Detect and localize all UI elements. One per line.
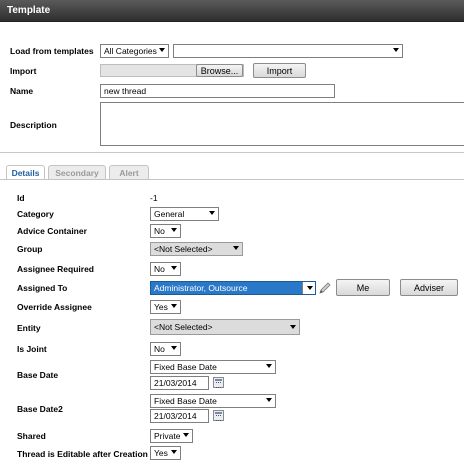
assigned-to-select[interactable]: Administrator, Outsource [150,281,316,295]
entity-value: <Not Selected> [154,322,213,332]
chevron-down-icon [209,211,215,215]
is-joint-select[interactable]: No [150,342,181,356]
template-select[interactable] [173,44,403,58]
entity-label: Entity [17,323,41,333]
assignee-required-select[interactable]: No [150,262,181,276]
chevron-down-icon [266,398,272,402]
base-date-label: Base Date [17,370,59,380]
base-date2-type-select[interactable]: Fixed Base Date [150,394,276,408]
calendar-icon[interactable] [213,410,224,421]
browse-button[interactable]: Browse... [196,64,243,77]
chevron-down-icon [233,246,239,250]
is-joint-value: No [154,344,165,354]
assignee-required-value: No [154,264,165,274]
template-category-select[interactable]: All Categories [100,44,169,58]
import-label: Import [10,66,37,76]
category-value: General [154,209,185,219]
base-date2-type-value: Fixed Base Date [154,396,217,406]
editable-after-creation-label: Thread is Editable after Creation [17,449,148,459]
is-joint-label: Is Joint [17,344,47,354]
chevron-down-icon [171,304,177,308]
assigned-to-value: Administrator, Outsource [154,283,248,293]
base-date2-input[interactable]: 21/03/2014 [150,409,209,423]
calendar-icon[interactable] [213,377,224,388]
me-button[interactable]: Me [336,279,390,296]
entity-select[interactable]: <Not Selected> [150,319,300,335]
base-date2-label: Base Date2 [17,404,63,414]
section-divider [0,152,464,153]
shared-label: Shared [17,431,46,441]
description-label: Description [10,120,57,130]
template-category-value: All Categories [104,46,157,56]
tab-secondary[interactable]: Secondary [48,165,106,179]
adviser-button[interactable]: Adviser [400,279,458,296]
advice-container-label: Advice Container [17,226,87,236]
name-input[interactable]: new thread [100,84,335,98]
assignee-required-label: Assignee Required [17,264,94,274]
assigned-to-label: Assigned To [17,283,68,293]
group-value: <Not Selected> [154,244,213,254]
chevron-down-icon [171,450,177,454]
chevron-down-icon [171,266,177,270]
shared-value: Private [154,431,181,441]
tab-details[interactable]: Details [6,165,45,179]
name-label: Name [10,86,34,96]
shared-select[interactable]: Private [150,429,193,443]
pencil-icon[interactable] [318,281,332,295]
override-assignee-select[interactable]: Yes [150,300,181,314]
advice-container-value: No [154,226,165,236]
override-assignee-label: Override Assignee [17,302,92,312]
chevron-down-icon [171,228,177,232]
base-date-input[interactable]: 21/03/2014 [150,376,209,390]
chevron-down-icon [290,325,296,329]
editable-after-creation-value: Yes [154,448,168,458]
import-button[interactable]: Import [253,63,306,78]
id-label: Id [17,193,25,203]
chevron-down-icon [159,48,165,52]
import-file-path[interactable]: Browse... [100,64,244,77]
group-label: Group [17,244,43,254]
override-assignee-value: Yes [154,302,168,312]
advice-container-select[interactable]: No [150,224,181,238]
tab-strip-line [0,179,464,180]
category-label: Category [17,209,54,219]
base-date-type-value: Fixed Base Date [154,362,217,372]
chevron-down-icon [306,286,313,290]
base-date-type-select[interactable]: Fixed Base Date [150,360,276,374]
chevron-down-icon [266,364,272,368]
description-textarea[interactable] [100,102,464,146]
id-value: -1 [150,193,158,203]
chevron-down-icon [171,346,177,350]
tab-alert[interactable]: Alert [109,165,149,179]
editable-after-creation-select[interactable]: Yes [150,446,181,460]
chevron-down-icon [393,48,399,52]
window-title: Template [0,0,464,22]
group-select[interactable]: <Not Selected> [150,242,243,256]
chevron-down-icon [183,433,189,437]
load-templates-label: Load from templates [10,46,94,56]
category-select[interactable]: General [150,207,219,221]
